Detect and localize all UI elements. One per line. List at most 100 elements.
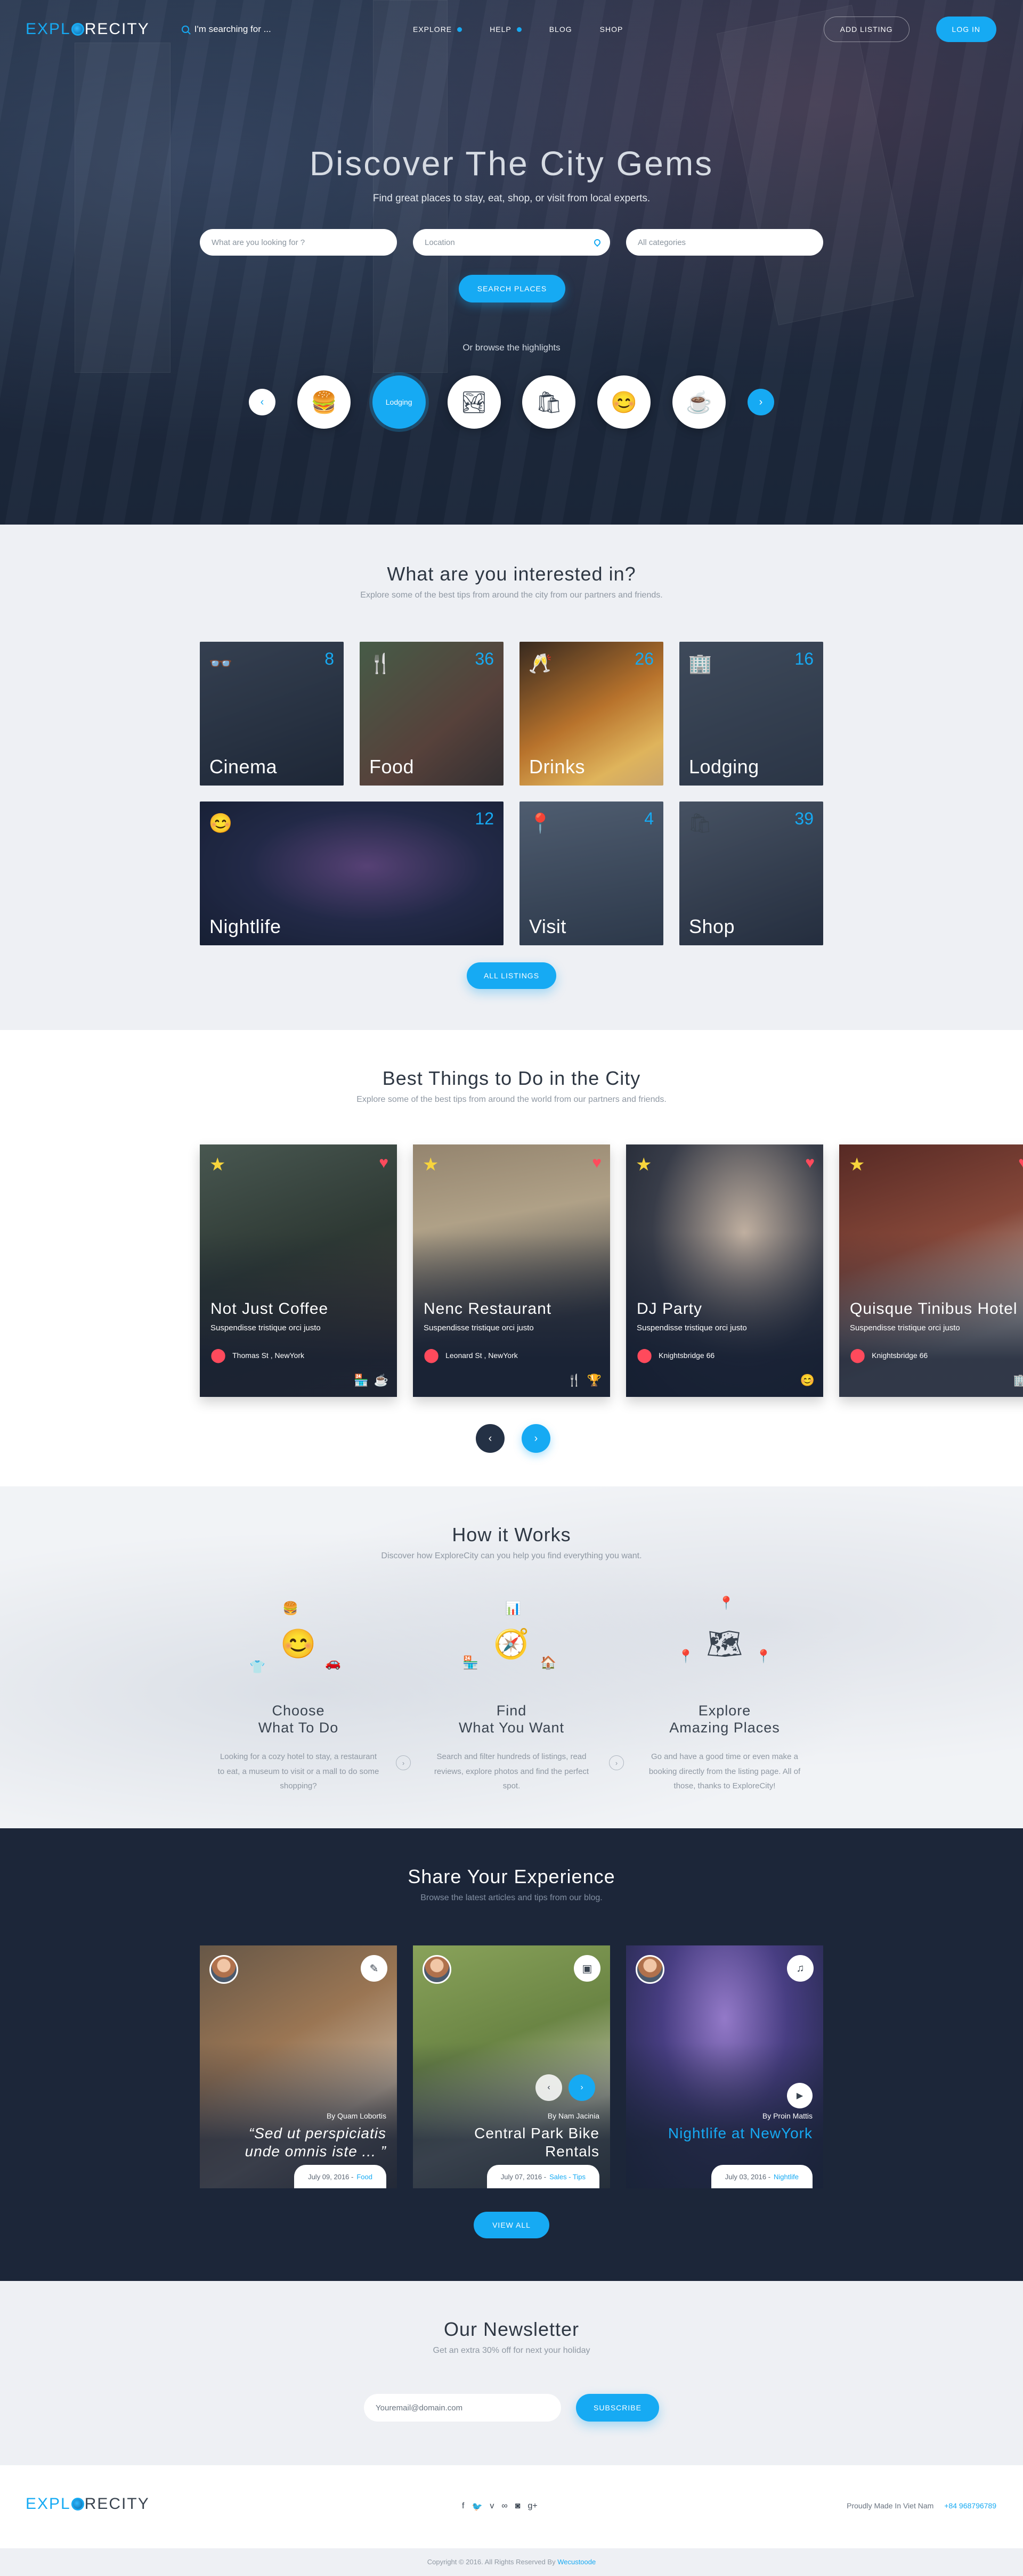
- twitter-icon[interactable]: 🐦: [472, 2501, 482, 2512]
- post-tag[interactable]: Sales - Tips: [549, 2173, 586, 2181]
- gallery-next-button[interactable]: ›: [569, 2074, 595, 2101]
- brand-logo[interactable]: EXPL RECITY: [26, 20, 150, 38]
- google-plus-icon[interactable]: g+: [527, 2501, 537, 2512]
- listing-card[interactable]: ★ ♥ Nenc Restaurant Suspendisse tristiqu…: [413, 1144, 610, 1397]
- category-name: Drinks: [529, 756, 586, 778]
- blog-card[interactable]: ✎ By Quam Lobortis “Sed ut perspiciatis …: [200, 1945, 397, 2188]
- post-tag[interactable]: Food: [356, 2173, 372, 2181]
- carousel-next-button[interactable]: ›: [522, 1424, 550, 1453]
- nav-label: EXPLORE: [413, 25, 452, 34]
- heart-icon[interactable]: ♥: [1018, 1154, 1023, 1172]
- listing-description: Suspendisse tristique orci justo: [637, 1323, 747, 1332]
- listing-card[interactable]: ★ ♥ Not Just Coffee Suspendisse tristiqu…: [200, 1144, 397, 1397]
- avatar[interactable]: [209, 1955, 238, 1984]
- category-visit[interactable]: 📍 4 Visit: [519, 802, 663, 945]
- highlight-shop[interactable]: 🛍: [522, 375, 576, 429]
- post-title[interactable]: Central Park Bike Rentals: [424, 2124, 599, 2160]
- heart-icon[interactable]: ♥: [379, 1154, 388, 1172]
- listing-title[interactable]: Nenc Restaurant: [424, 1300, 551, 1318]
- category-count: 8: [324, 649, 334, 668]
- avatar[interactable]: [423, 1955, 451, 1984]
- step-text: Go and have a good time or even make a b…: [648, 1752, 801, 1791]
- listing-title[interactable]: DJ Party: [637, 1300, 702, 1318]
- coffee-icon: ☕: [686, 390, 712, 414]
- post-title[interactable]: “Sed ut perspiciatis unde omnis iste ...…: [210, 2124, 386, 2160]
- star-icon[interactable]: ★: [209, 1154, 225, 1175]
- add-listing-button[interactable]: ADD LISTING: [823, 17, 910, 42]
- listing-title[interactable]: Quisque Tinibus Hotel: [850, 1300, 1018, 1318]
- made-in-text: Proudly Made In Viet Nam: [847, 2501, 934, 2510]
- copyright-text: Copyright © 2016. All Rights Reserved By: [427, 2558, 556, 2566]
- map-pin-icon: 📍: [756, 1649, 772, 1664]
- chart-icon: 📊: [505, 1601, 521, 1616]
- facebook-icon[interactable]: f: [462, 2501, 464, 2512]
- category-count: 39: [794, 809, 814, 828]
- chevron-left-icon: ‹: [260, 396, 264, 408]
- company-link[interactable]: Wecustoode: [557, 2558, 596, 2566]
- nav-explore[interactable]: EXPLORE: [413, 25, 462, 34]
- location-text: Leonard St , NewYork: [445, 1351, 518, 1360]
- header-search[interactable]: I'm searching for ...: [181, 24, 271, 35]
- view-all-button[interactable]: VIEW ALL: [474, 2212, 549, 2238]
- search-places-button[interactable]: SEARCH PLACES: [459, 275, 565, 302]
- listing-tags: 😊: [800, 1373, 815, 1387]
- carousel-prev-button[interactable]: ‹: [476, 1424, 505, 1453]
- heart-icon[interactable]: ♥: [805, 1154, 815, 1172]
- nav-blog[interactable]: BLOG: [549, 25, 572, 34]
- play-button[interactable]: ▶: [787, 2083, 813, 2108]
- highlight-food[interactable]: 🍔: [297, 375, 351, 429]
- highlight-image[interactable]: 🏞: [447, 375, 501, 429]
- top-bar: EXPL RECITY I'm searching for ... EXPLORE…: [0, 0, 1023, 59]
- smiley-icon: 😊: [280, 1628, 316, 1660]
- highlights-prev-button[interactable]: ‹: [249, 389, 275, 415]
- listing-title[interactable]: Not Just Coffee: [210, 1300, 328, 1318]
- flickr-icon[interactable]: ∞: [501, 2501, 507, 2512]
- star-icon[interactable]: ★: [423, 1154, 439, 1175]
- all-listings-button[interactable]: ALL LISTINGS: [467, 962, 556, 989]
- post-tag[interactable]: Nightlife: [774, 2173, 799, 2181]
- category-select[interactable]: All categories: [626, 229, 823, 256]
- blog-card[interactable]: ▣ ‹ › By Nam Jacinia Central Park Bike R…: [413, 1945, 610, 2188]
- bag-icon: 🛍: [688, 812, 712, 834]
- nav-help[interactable]: HELP: [490, 25, 522, 34]
- food-icon: 🍔: [282, 1601, 298, 1616]
- category-food[interactable]: 🍴 36 Food: [360, 642, 504, 786]
- avatar[interactable]: [636, 1955, 664, 1984]
- footer-logo[interactable]: EXPL RECITY: [26, 2495, 150, 2513]
- listing-card[interactable]: ★ ♥ DJ Party Suspendisse tristique orci …: [626, 1144, 823, 1397]
- instagram-icon[interactable]: ◙: [515, 2501, 521, 2512]
- heart-icon[interactable]: ♥: [592, 1154, 602, 1172]
- highlight-coffee[interactable]: ☕: [672, 375, 726, 429]
- house-icon: 🏠: [540, 1656, 556, 1670]
- category-lodging[interactable]: 🏢 16 Lodging: [679, 642, 823, 786]
- category-shop[interactable]: 🛍 39 Shop: [679, 802, 823, 945]
- vimeo-icon[interactable]: v: [490, 2501, 494, 2512]
- chevron-right-icon: ›: [609, 1755, 624, 1770]
- map-pin-icon: ⬤: [637, 1347, 653, 1363]
- blog-card[interactable]: ♫ ▶ By Proin Mattis Nightlife at NewYork…: [626, 1945, 823, 2188]
- post-title[interactable]: Nightlife at NewYork: [637, 2124, 813, 2142]
- post-author[interactable]: By Proin Mattis: [762, 2112, 813, 2120]
- subscribe-button[interactable]: SUBSCRIBE: [576, 2394, 659, 2422]
- phone-number[interactable]: +84 968796789: [944, 2501, 996, 2510]
- category-cinema[interactable]: 👓 8 Cinema: [200, 642, 344, 786]
- star-icon[interactable]: ★: [636, 1154, 652, 1175]
- category-nightlife[interactable]: 😊 12 Nightlife: [200, 802, 504, 945]
- highlights-next-button[interactable]: ›: [747, 389, 774, 415]
- logo-text-part1: EXPL: [26, 20, 71, 38]
- category-drinks[interactable]: 🥂 26 Drinks: [519, 642, 663, 786]
- location-input[interactable]: Location: [413, 229, 610, 256]
- listing-card[interactable]: ★ ♥ Quisque Tinibus Hotel Suspendisse tr…: [839, 1144, 1023, 1397]
- gallery-prev-button[interactable]: ‹: [535, 2074, 562, 2101]
- login-button[interactable]: LOG IN: [936, 17, 996, 42]
- email-field[interactable]: Youremail@domain.com: [364, 2394, 561, 2422]
- post-author[interactable]: By Nam Jacinia: [548, 2112, 599, 2120]
- browse-label: Or browse the highlights: [462, 342, 561, 353]
- star-icon[interactable]: ★: [849, 1154, 865, 1175]
- nav-shop[interactable]: SHOP: [600, 25, 623, 34]
- post-author[interactable]: By Quam Lobortis: [327, 2112, 386, 2120]
- highlight-lodging[interactable]: Lodging: [372, 375, 426, 429]
- what-placeholder: What are you looking for ?: [212, 238, 305, 247]
- what-input[interactable]: What are you looking for ?: [200, 229, 397, 256]
- highlight-smiley[interactable]: 😊: [597, 375, 651, 429]
